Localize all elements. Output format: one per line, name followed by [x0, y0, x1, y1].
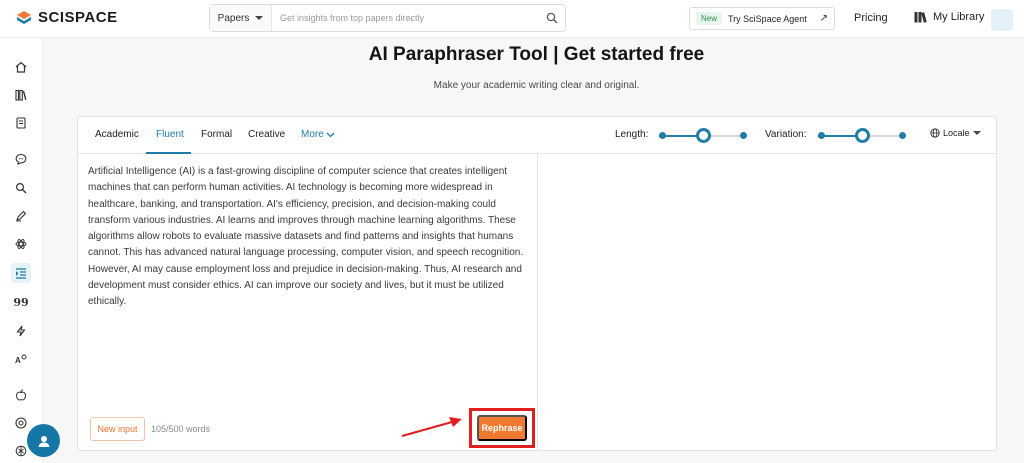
locale-label: Locale [943, 128, 970, 138]
my-library-label: My Library [933, 11, 985, 23]
length-slider-min [659, 132, 666, 139]
ai-detector-icon: A [15, 354, 27, 365]
support-chat-button[interactable] [27, 424, 60, 457]
scispace-logo-icon [17, 10, 31, 24]
paraphraser-editor: Academic Fluent Formal Creative More Len… [77, 116, 997, 451]
openai-icon [15, 445, 27, 457]
sidebar: 99 A [0, 38, 43, 463]
input-textarea[interactable]: Artificial Intelligence (AI) is a fast-g… [88, 164, 528, 311]
try-agent-button[interactable]: New Try SciSpace Agent ↗ [689, 7, 835, 30]
agent-label: Try SciSpace Agent [728, 13, 807, 24]
pen-icon [16, 210, 27, 222]
chrome-icon [15, 417, 27, 429]
pricing-link[interactable]: Pricing [854, 12, 888, 24]
variation-slider-handle[interactable] [854, 128, 870, 143]
word-count: 105/500 words [151, 424, 211, 434]
rephrase-button[interactable]: Rephrase [477, 415, 527, 441]
length-slider-max [740, 132, 747, 139]
tab-formal[interactable]: Formal [201, 129, 232, 140]
svg-text:A: A [15, 356, 21, 365]
support-agent-icon [38, 435, 49, 447]
variation-label: Variation: [765, 129, 807, 140]
search-bar: Papers [209, 4, 566, 32]
sidebar-item-writer[interactable] [11, 206, 31, 226]
search-filter-label: Papers [217, 12, 250, 24]
tab-more[interactable]: More [301, 129, 335, 140]
active-tab-indicator [146, 152, 191, 154]
apple-icon [15, 389, 27, 401]
quote-icon: 99 [13, 295, 29, 309]
my-library-link[interactable]: My Library [914, 11, 984, 23]
tab-academic[interactable]: Academic [95, 129, 139, 140]
search-button[interactable] [539, 5, 565, 31]
brand-logo[interactable]: SCISPACE [16, 9, 118, 26]
sidebar-item-ai-detector[interactable]: A [11, 349, 31, 369]
page-title: AI Paraphraser Tool | Get started free [368, 44, 705, 65]
sidebar-item-paraphraser[interactable] [11, 263, 31, 283]
mode-tabs: Academic Fluent Formal Creative More Len… [78, 117, 996, 154]
variation-slider[interactable] [818, 128, 906, 143]
sidebar-item-notebook[interactable] [11, 113, 31, 133]
user-avatar[interactable] [991, 9, 1013, 31]
search-sparkle-icon [15, 182, 27, 194]
sidebar-item-extract[interactable] [11, 321, 31, 341]
search-input[interactable] [272, 5, 539, 31]
sidebar-item-chat[interactable] [11, 149, 31, 169]
lightning-icon [16, 325, 26, 337]
length-slider-handle[interactable] [695, 128, 711, 143]
sidebar-item-apple-app[interactable] [11, 385, 31, 405]
globe-icon [930, 128, 940, 138]
length-slider[interactable] [659, 128, 747, 143]
new-input-button[interactable]: New input [90, 417, 145, 441]
atom-icon [15, 239, 27, 249]
page-subtitle: Make your academic writing clear and ori… [433, 80, 640, 91]
sidebar-item-chrome-extension[interactable] [11, 413, 31, 433]
pane-divider [537, 154, 538, 451]
caret-down-icon [972, 131, 981, 135]
top-bar: SCISPACE Papers New Try SciSpace Agent ↗… [0, 0, 1024, 38]
new-badge: New [696, 12, 723, 25]
tab-more-label: More [301, 129, 324, 140]
length-label: Length: [615, 129, 649, 140]
variation-slider-max [899, 132, 906, 139]
tab-fluent[interactable]: Fluent [156, 129, 184, 140]
chevron-down-icon [326, 132, 335, 137]
brand-name: SCISPACE [38, 9, 118, 26]
search-icon [546, 12, 558, 24]
annotation-arrow-icon [401, 417, 462, 437]
chat-icon [15, 153, 27, 165]
tab-creative[interactable]: Creative [248, 129, 285, 140]
arrow-up-right-icon: ↗ [819, 13, 828, 24]
notebook-icon [16, 117, 26, 129]
sidebar-item-math[interactable] [11, 234, 31, 254]
caret-down-icon [255, 16, 264, 20]
search-filter-select[interactable]: Papers [210, 5, 272, 31]
library-icon [914, 12, 927, 23]
paraphrase-list-icon [16, 268, 26, 279]
locale-select[interactable]: Locale [930, 128, 981, 138]
variation-slider-min [818, 132, 825, 139]
sidebar-item-citation[interactable]: 99 [11, 292, 31, 312]
sidebar-item-search[interactable] [11, 178, 31, 198]
